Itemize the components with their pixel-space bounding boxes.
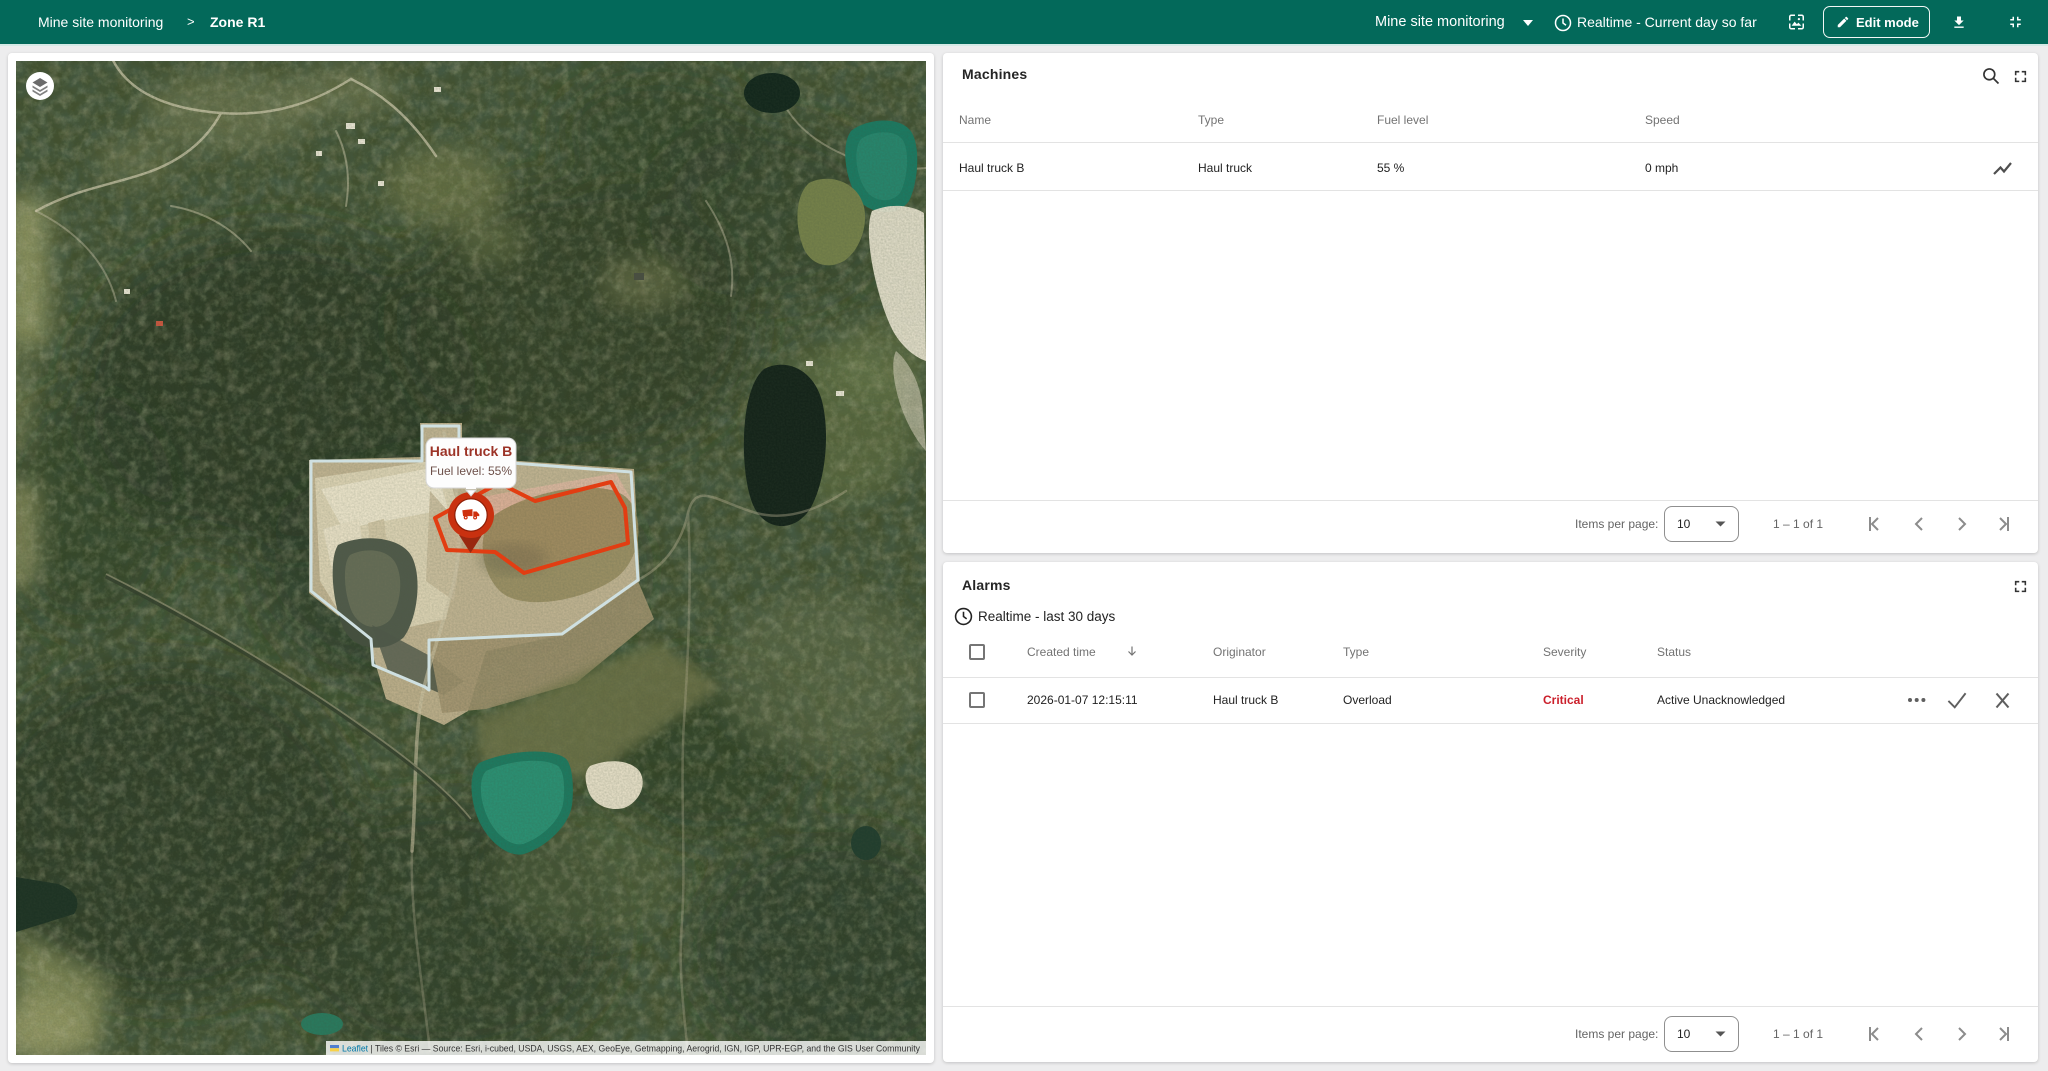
svg-text:Fuel level: 55%: Fuel level: 55%: [430, 464, 512, 478]
svg-text:Leaflet | Tiles © Esri — Sourc: Leaflet | Tiles © Esri — Source: Esri, i…: [342, 1044, 920, 1055]
svg-text:Haul truck B: Haul truck B: [430, 443, 512, 459]
